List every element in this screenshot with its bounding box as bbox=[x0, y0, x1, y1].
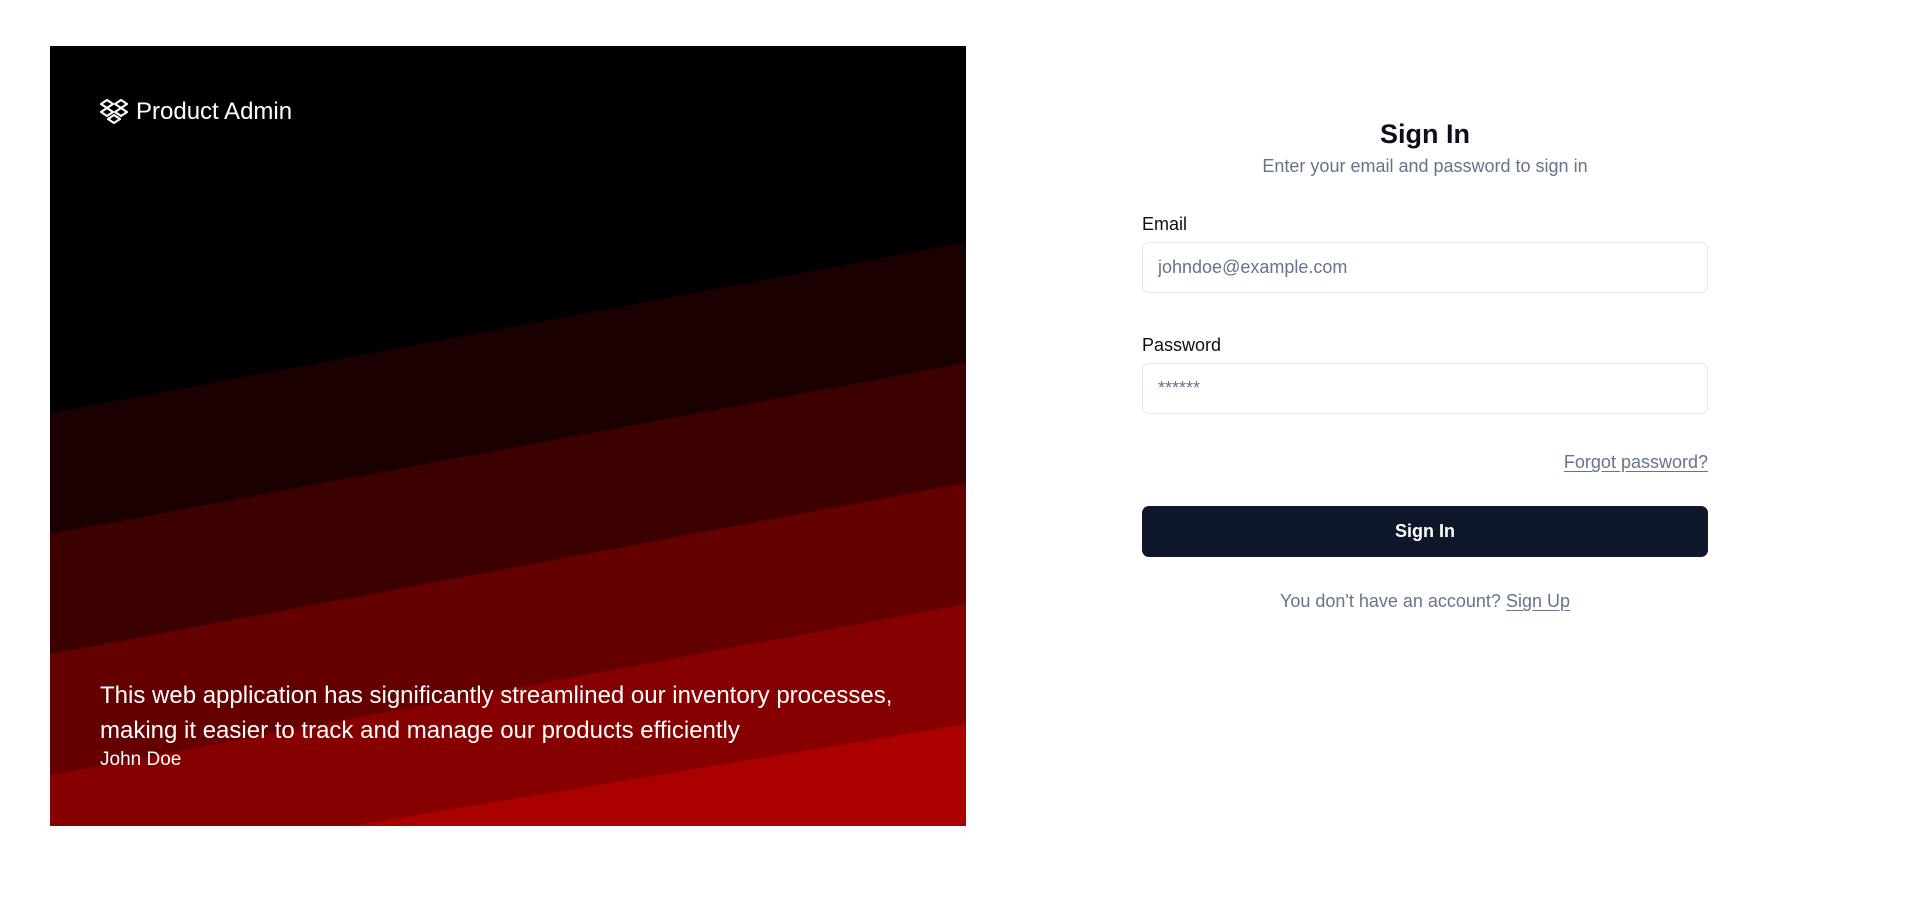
sign-up-link[interactable]: Sign Up bbox=[1506, 591, 1570, 611]
email-field[interactable] bbox=[1142, 242, 1708, 293]
sign-in-page: Product Admin This web application has s… bbox=[0, 0, 1918, 908]
testimonial-quote: This web application has significantly s… bbox=[100, 682, 893, 744]
sign-in-form: Sign In Enter your email and password to… bbox=[1142, 116, 1708, 613]
brand-name: Product Admin bbox=[136, 98, 293, 125]
signup-row: You don't have an account? Sign Up bbox=[1142, 589, 1708, 613]
testimonial: This web application has significantly s… bbox=[100, 678, 930, 772]
brand[interactable]: Product Admin bbox=[100, 98, 292, 126]
sign-in-button[interactable]: Sign In bbox=[1142, 506, 1708, 557]
form-title: Sign In bbox=[1380, 119, 1470, 149]
signup-prompt: You don't have an account? bbox=[1279, 591, 1506, 611]
dropbox-like-layers-icon bbox=[100, 98, 128, 125]
email-label: Email bbox=[1142, 214, 1188, 234]
testimonial-author: John Doe bbox=[100, 749, 182, 770]
hero-panel: Product Admin This web application has s… bbox=[50, 46, 966, 826]
password-label: Password bbox=[1142, 335, 1222, 355]
forgot-password-link[interactable]: Forgot password? bbox=[1564, 452, 1708, 472]
form-subtitle: Enter your email and password to sign in bbox=[1262, 156, 1588, 176]
password-field[interactable] bbox=[1142, 363, 1708, 414]
forgot-row: Forgot password? bbox=[1142, 450, 1708, 476]
